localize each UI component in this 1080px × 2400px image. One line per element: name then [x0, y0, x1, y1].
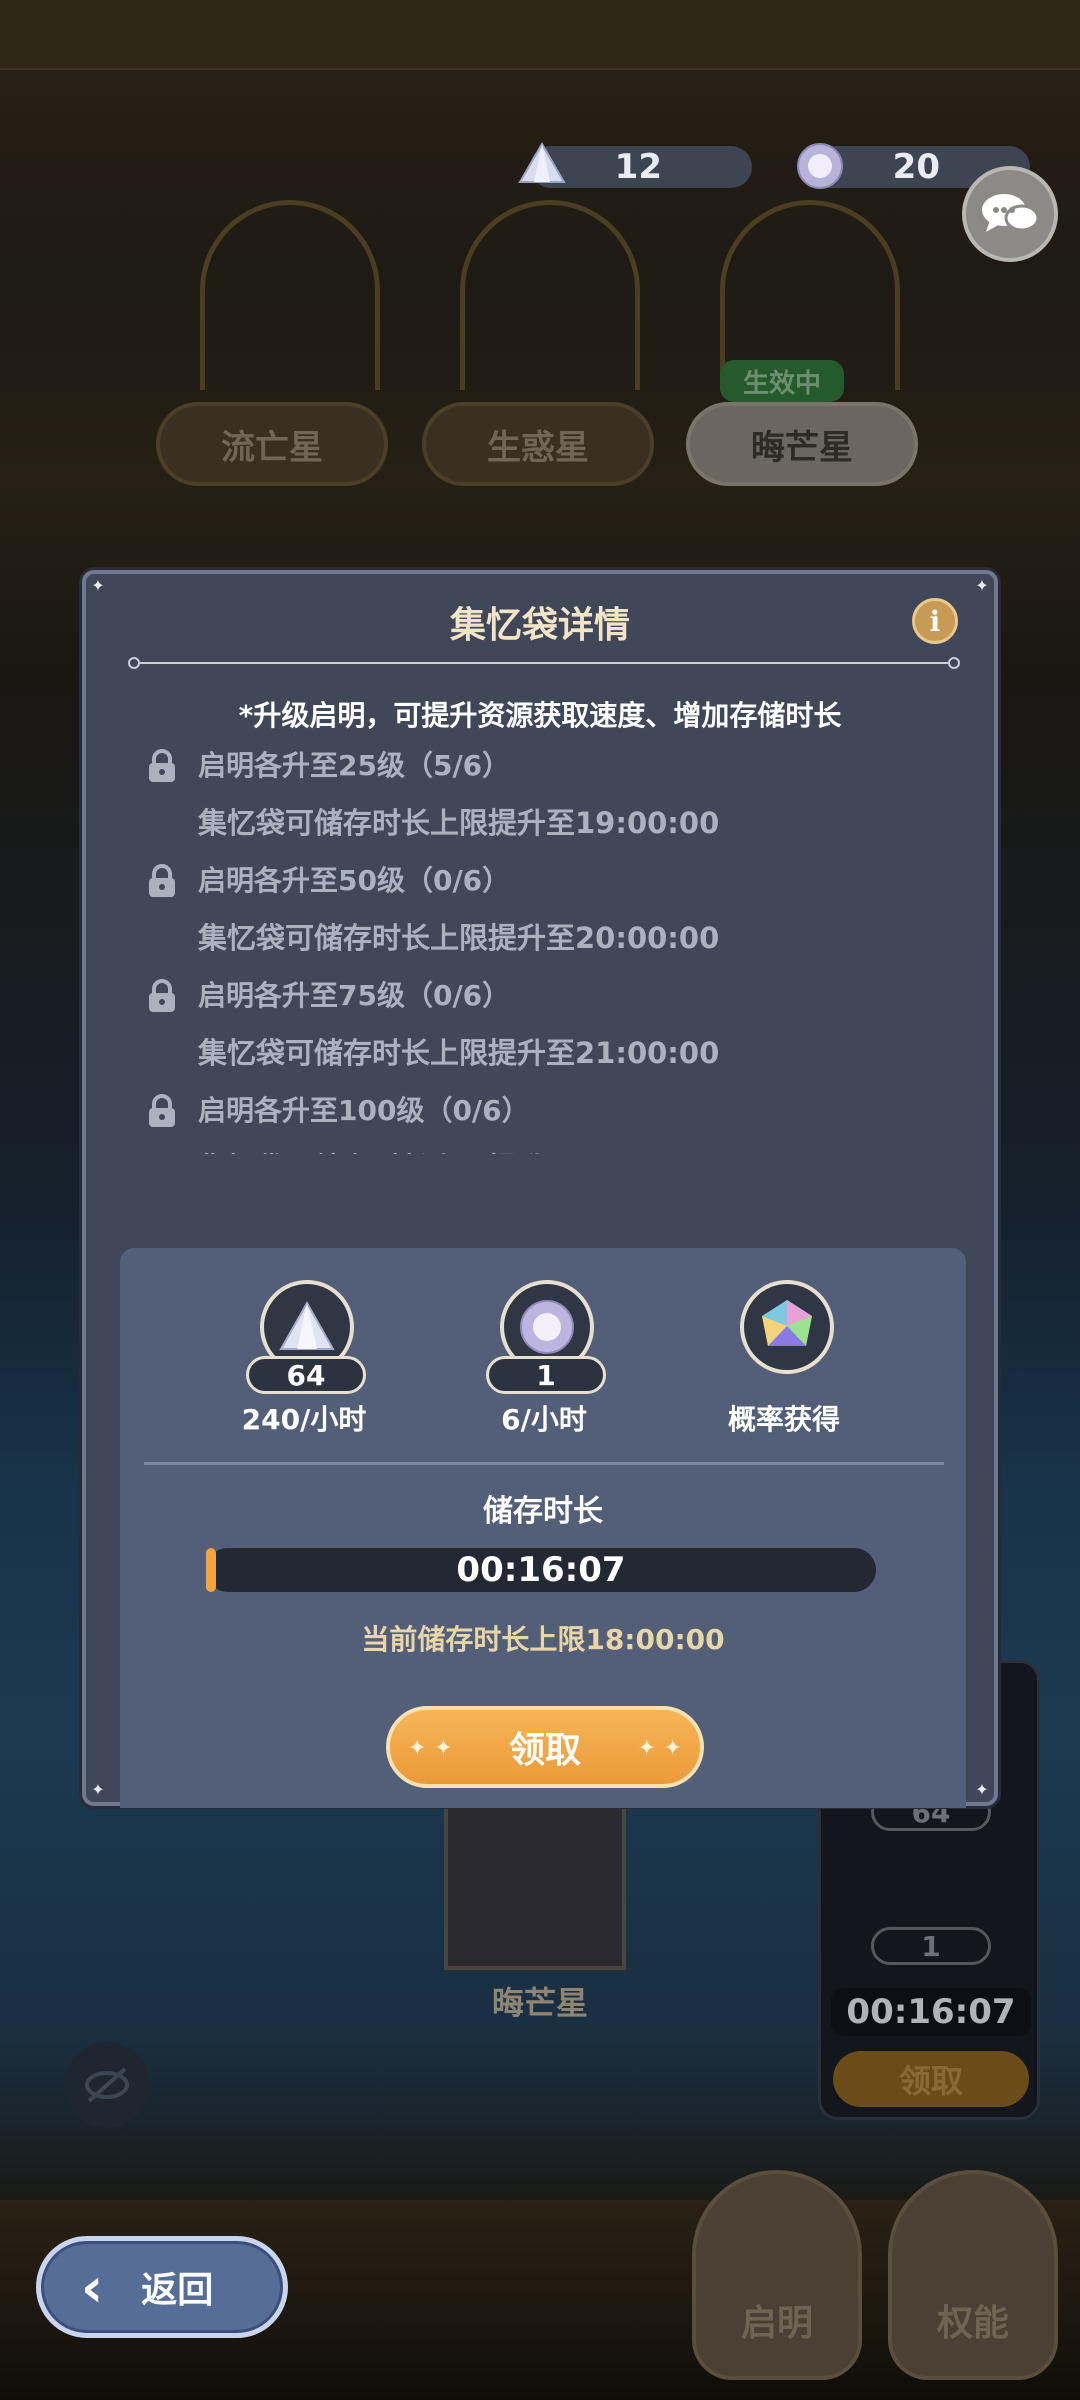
crystal-shard-icon: [518, 142, 566, 183]
corner-star-icon: ✦: [91, 1780, 105, 1799]
lock-icon: [149, 864, 175, 897]
tab-huimang[interactable]: 晦芒星: [686, 402, 918, 486]
divider: [144, 1462, 944, 1465]
lock-icon: [149, 749, 175, 782]
info-icon: i: [929, 604, 941, 638]
mini-timer: 00:16:07: [831, 1988, 1031, 2036]
memory-bag-dialog: ✦ ✦ ✦ ✦ 集忆袋详情 i *升级启明，可提升资源获取速度、增加存储时长 启…: [82, 570, 998, 1808]
mini-count-2: 1: [871, 1927, 991, 1965]
active-tag: 生效中: [720, 360, 844, 402]
eye-off-icon: [85, 2067, 129, 2103]
milestone-reward: 集忆袋可储存时长上限提升至21:00:00: [198, 1036, 720, 1070]
back-button[interactable]: ‹ 返回: [36, 2236, 288, 2338]
star-arch-1: [200, 200, 380, 390]
pearl-shell-icon: [797, 143, 843, 189]
card-label: 晦芒星: [491, 1984, 588, 2022]
storage-progress-bar: 00:16:07: [206, 1548, 876, 1592]
character-card: [444, 1800, 626, 1970]
corner-star-icon: ✦: [975, 1780, 989, 1799]
star-arch-2: [460, 200, 640, 390]
nav-quanneng[interactable]: 权能: [888, 2170, 1058, 2380]
resource-shard: 64 240/小时: [224, 1280, 384, 1460]
milestone-condition: 启明各升至100级（0/6）: [198, 1094, 530, 1127]
nav-qiming[interactable]: 启明: [692, 2170, 862, 2380]
list-item: 启明各升至100级（0/6） 集忆袋可储存时长上限提升至22:00:00: [146, 1079, 946, 1154]
back-label: 返回: [141, 2270, 214, 2311]
sparkle-icon: ✦ ✦: [408, 1736, 453, 1761]
milestone-reward: 集忆袋可储存时长上限提升至20:00:00: [198, 921, 720, 955]
bag-panel: 64 240/小时 1 6/小时 概率获得 储存时长 00:16:07 当前储存…: [120, 1248, 966, 1808]
tab-shenghuo[interactable]: 生惑星: [422, 402, 654, 486]
pearl-shell-icon: [520, 1300, 574, 1354]
lock-icon: [149, 1094, 175, 1127]
lock-icon: [149, 979, 175, 1012]
storage-progress-text: 00:16:07: [456, 1550, 626, 1590]
hide-ui-button[interactable]: [64, 2042, 150, 2128]
milestone-condition: 启明各升至50级（0/6）: [198, 864, 511, 897]
resource-count: 64: [246, 1356, 366, 1394]
resource-rate: 概率获得: [727, 1403, 840, 1436]
claim-button[interactable]: ✦ ✦ 领取 ✦ ✦: [386, 1706, 704, 1788]
sparkle-icon: ✦ ✦: [637, 1736, 682, 1761]
title-divider: [128, 657, 960, 669]
milestone-reward: 集忆袋可储存时长上限提升至22:00:00: [198, 1145, 719, 1154]
chat-bubbles-icon: [982, 194, 1040, 232]
milestone-reward: 集忆袋可储存时长上限提升至19:00:00: [198, 806, 720, 840]
currency-pearl-value: 20: [892, 147, 940, 187]
currency-shard-value: 12: [614, 147, 662, 187]
list-item: 启明各升至50级（0/6） 集忆袋可储存时长上限提升至20:00:00: [146, 849, 946, 964]
corner-star-icon: ✦: [91, 576, 105, 595]
top-bar: [0, 0, 1080, 70]
storage-title: 储存时长: [483, 1494, 603, 1529]
dialog-title: 集忆袋详情: [449, 605, 630, 646]
upgrade-notice: *升级启明，可提升资源获取速度、增加存储时长: [238, 699, 842, 732]
resource-count: 1: [486, 1356, 606, 1394]
mini-claim-button[interactable]: 领取: [833, 2051, 1029, 2107]
storage-limit: 当前储存时长上限18:00:00: [361, 1623, 725, 1656]
milestone-condition: 启明各升至75级（0/6）: [198, 979, 511, 1012]
chat-button[interactable]: [962, 166, 1058, 262]
claim-label: 领取: [508, 1730, 581, 1771]
resource-rate: 240/小时: [241, 1403, 367, 1436]
resource-pearl: 1 6/小时: [464, 1280, 624, 1460]
rainbow-gem-icon: [762, 1300, 812, 1346]
corner-star-icon: ✦: [975, 576, 989, 595]
milestone-list[interactable]: 启明各升至25级（5/6） 集忆袋可储存时长上限提升至19:00:00 启明各升…: [146, 734, 946, 1154]
tab-liuwang[interactable]: 流亡星: [156, 402, 388, 486]
resource-gem: 概率获得: [704, 1280, 864, 1460]
chevron-left-icon: ‹: [81, 2255, 104, 2319]
resource-rate: 6/小时: [501, 1403, 587, 1436]
list-item: 启明各升至25级（5/6） 集忆袋可储存时长上限提升至19:00:00: [146, 734, 946, 849]
milestone-condition: 启明各升至25级（5/6）: [198, 749, 511, 782]
list-item: 启明各升至75级（0/6） 集忆袋可储存时长上限提升至21:00:00: [146, 964, 946, 1079]
resource-orb: [740, 1280, 834, 1374]
info-button[interactable]: i: [912, 598, 958, 644]
crystal-shard-icon: [279, 1300, 335, 1350]
currency-shard: 12: [518, 142, 752, 188]
